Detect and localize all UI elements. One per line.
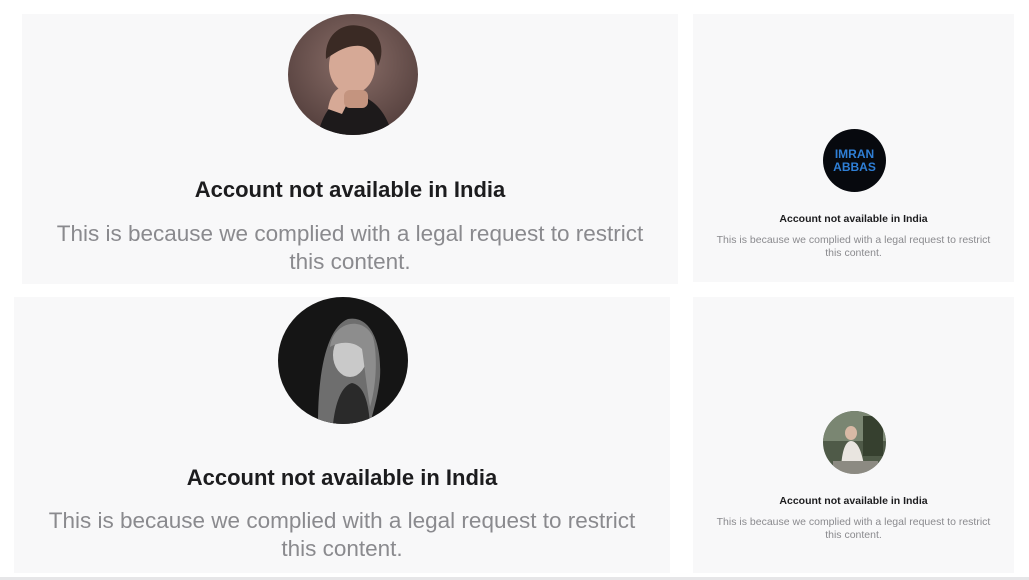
legal-request-message: This is because we complied with a legal…	[48, 508, 636, 561]
restricted-account-card: Account not available in India This is b…	[693, 297, 1014, 573]
profile-avatar	[823, 411, 886, 474]
restricted-account-card: Account not available in India This is b…	[14, 297, 670, 573]
avatar-photo-woman	[278, 297, 408, 424]
avatar-photo-outdoor	[823, 411, 886, 474]
profile-avatar	[278, 297, 408, 424]
avatar-logo: IMRAN ABBAS	[823, 129, 886, 192]
restricted-account-card: Account not available in India This is b…	[22, 14, 678, 284]
avatar-photo-man	[288, 14, 418, 135]
profile-avatar	[288, 14, 418, 135]
avatar-logo-text-top: IMRAN	[835, 147, 874, 161]
legal-request-message: This is because we complied with a legal…	[716, 234, 991, 259]
unavailable-title: Account not available in India	[186, 465, 498, 490]
legal-request-message: This is because we complied with a legal…	[56, 221, 644, 274]
avatar-logo-text-bottom: ABBAS	[833, 160, 876, 174]
profile-avatar: IMRAN ABBAS	[823, 129, 886, 192]
unavailable-title: Account not available in India	[779, 213, 928, 225]
restricted-account-card: IMRAN ABBAS Account not available in Ind…	[693, 14, 1014, 282]
unavailable-title: Account not available in India	[194, 177, 506, 202]
legal-request-message: This is because we complied with a legal…	[716, 516, 991, 541]
unavailable-title: Account not available in India	[779, 495, 928, 507]
restricted-accounts-collage: Account not available in India This is b…	[0, 0, 1029, 580]
